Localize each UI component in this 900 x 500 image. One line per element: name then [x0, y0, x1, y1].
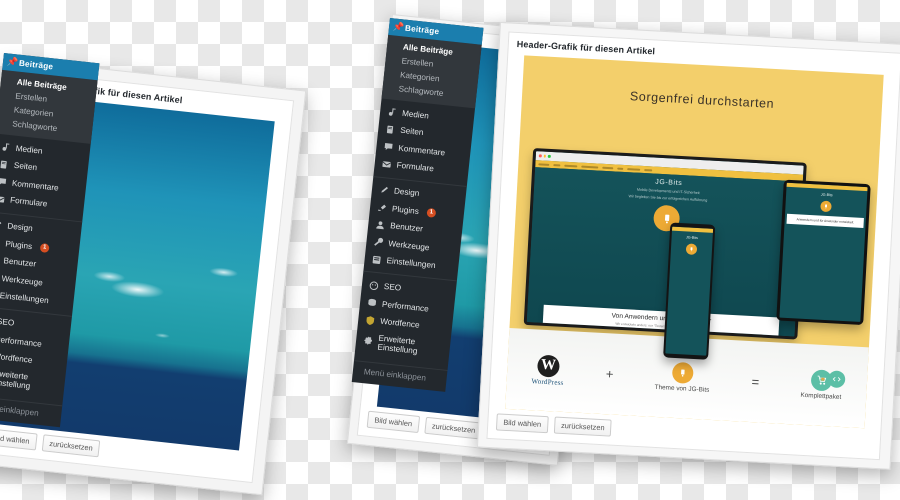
envelope-icon	[0, 193, 6, 205]
comment-icon	[0, 176, 8, 188]
envelope-icon	[380, 158, 392, 170]
phone-navbar	[671, 226, 713, 234]
theme-label: Theme von JG-Bits	[654, 383, 710, 394]
package-label: Komplettpaket	[800, 391, 842, 402]
sidebar-submenu: Alle Beiträge Erstellen Kategorien Schla…	[0, 69, 98, 144]
sidebar-group-plugins: SEO Performance Wordfence Erweiterte Ein…	[0, 305, 72, 403]
pin-icon: 📌	[392, 21, 406, 33]
tablet-mockup: JG-Bits Anwendern und für Anwender entwi…	[776, 179, 871, 326]
tablet-card-heading: Anwendern und für Anwender entwickelt.	[786, 213, 865, 228]
sidebar-label-einstellungen: Einstellungen	[0, 290, 50, 306]
phone-mockup: JG-Bits	[662, 222, 716, 360]
media-icon	[386, 106, 398, 118]
wordpress-label: WordPress	[531, 377, 564, 387]
seo-icon	[367, 280, 379, 292]
sidebar-label-erweiterte-einstellung: Erweiterte Einstellung	[0, 368, 31, 391]
pin-icon: 📌	[6, 56, 19, 68]
sidebar-header-label-middle: Beiträge	[404, 23, 440, 37]
sidebar-label-formulare: Formulare	[9, 195, 48, 209]
sidebar-label-benutzer: Benutzer	[3, 256, 37, 269]
choose-image-button-background[interactable]: Bild wählen	[0, 427, 38, 451]
brush-icon	[377, 184, 389, 196]
sidebar-collapse-label: Menü einklappen	[0, 402, 40, 418]
sidebar-group-plugins-middle: SEO Performance Wordfence Erweiterte Ein…	[354, 270, 457, 367]
sidebar-label-seiten: Seiten	[13, 161, 38, 173]
wordpress-logo-icon: W	[536, 354, 560, 378]
brush-icon	[0, 219, 3, 231]
performance-icon	[366, 297, 378, 309]
reset-button-middle[interactable]: zurücksetzen	[424, 416, 484, 440]
tablet-navbar	[786, 182, 868, 191]
sidebar-label-design: Design	[6, 221, 34, 234]
sidebar-submenu-middle: Alle Beiträge Erstellen Kategorien Schla…	[381, 34, 482, 109]
collapse-icon	[358, 366, 372, 389]
user-icon	[374, 219, 386, 231]
shield-icon	[364, 314, 376, 326]
tablet-brand: JG-Bits	[820, 192, 833, 197]
sidebar-label-plugins: Plugins	[4, 239, 33, 251]
media-icon	[0, 141, 11, 153]
tablet-device-icon	[820, 200, 832, 212]
comment-icon	[382, 141, 394, 153]
sidebar-group-admin: Design Plugins 1 Benutzer Werkzeuge Eins…	[0, 210, 83, 317]
sidebar-header-label: Beiträge	[18, 58, 54, 72]
sliders-icon	[370, 254, 382, 266]
choose-image-button-header[interactable]: Bild wählen	[495, 413, 549, 434]
sidebar-label-werkzeuge: Werkzeuge	[1, 273, 44, 288]
reset-button-header[interactable]: zurücksetzen	[553, 416, 613, 437]
screenshot-stage: Hintergrund-Grafik für diesen Artikel Bi…	[0, 0, 900, 500]
choose-image-button-middle[interactable]: Bild wählen	[366, 410, 420, 434]
phone-device-icon	[685, 243, 698, 256]
plug-icon	[0, 237, 1, 249]
equals-sign: =	[751, 373, 760, 390]
plus-sign: +	[605, 366, 614, 382]
pages-icon	[384, 124, 396, 136]
sidebar-label-wordfence: Wordfence	[0, 351, 33, 365]
wordpress-cell: W WordPress	[531, 354, 565, 387]
panel-header-graphic: Header-Grafik für diesen Artikel Sorgenf…	[476, 22, 900, 470]
sidebar-label-seo: SEO	[0, 317, 15, 328]
promo-headline: Sorgenfrei durchstarten	[629, 89, 775, 112]
metabox-header-graphic: Header-Grafik für diesen Artikel Sorgenf…	[486, 31, 900, 461]
header-image-preview: Sorgenfrei durchstarten JG-Bits Mobile D…	[505, 55, 884, 429]
theme-cell: Theme von JG-Bits	[654, 361, 710, 394]
sidebar-label-kommentare: Kommentare	[11, 178, 60, 193]
sidebar-label-medien: Medien	[15, 143, 43, 156]
sidebar-group-content: Medien Seiten Kommentare Formulare	[0, 134, 91, 221]
plug-icon	[376, 202, 388, 214]
sidebar-group-content-middle: Medien Seiten Kommentare Formulare	[373, 99, 475, 186]
phone-screen: JG-Bits	[665, 226, 713, 356]
tablet-screen: JG-Bits Anwendern und für Anwender entwi…	[779, 182, 868, 323]
wrench-icon	[372, 236, 384, 248]
theme-device-icon	[671, 361, 694, 385]
plugins-update-badge-middle: 1	[426, 207, 437, 218]
plugins-update-badge: 1	[39, 243, 50, 254]
gear-icon	[362, 335, 374, 347]
sidebar-label-performance: Performance	[0, 334, 43, 349]
sidebar-group-admin-middle: Design Plugins 1 Benutzer Werkzeuge Eins…	[363, 175, 467, 281]
pages-icon	[0, 159, 9, 171]
phone-brand: JG-Bits	[685, 235, 698, 241]
reset-button-background[interactable]: zurücksetzen	[41, 434, 101, 458]
